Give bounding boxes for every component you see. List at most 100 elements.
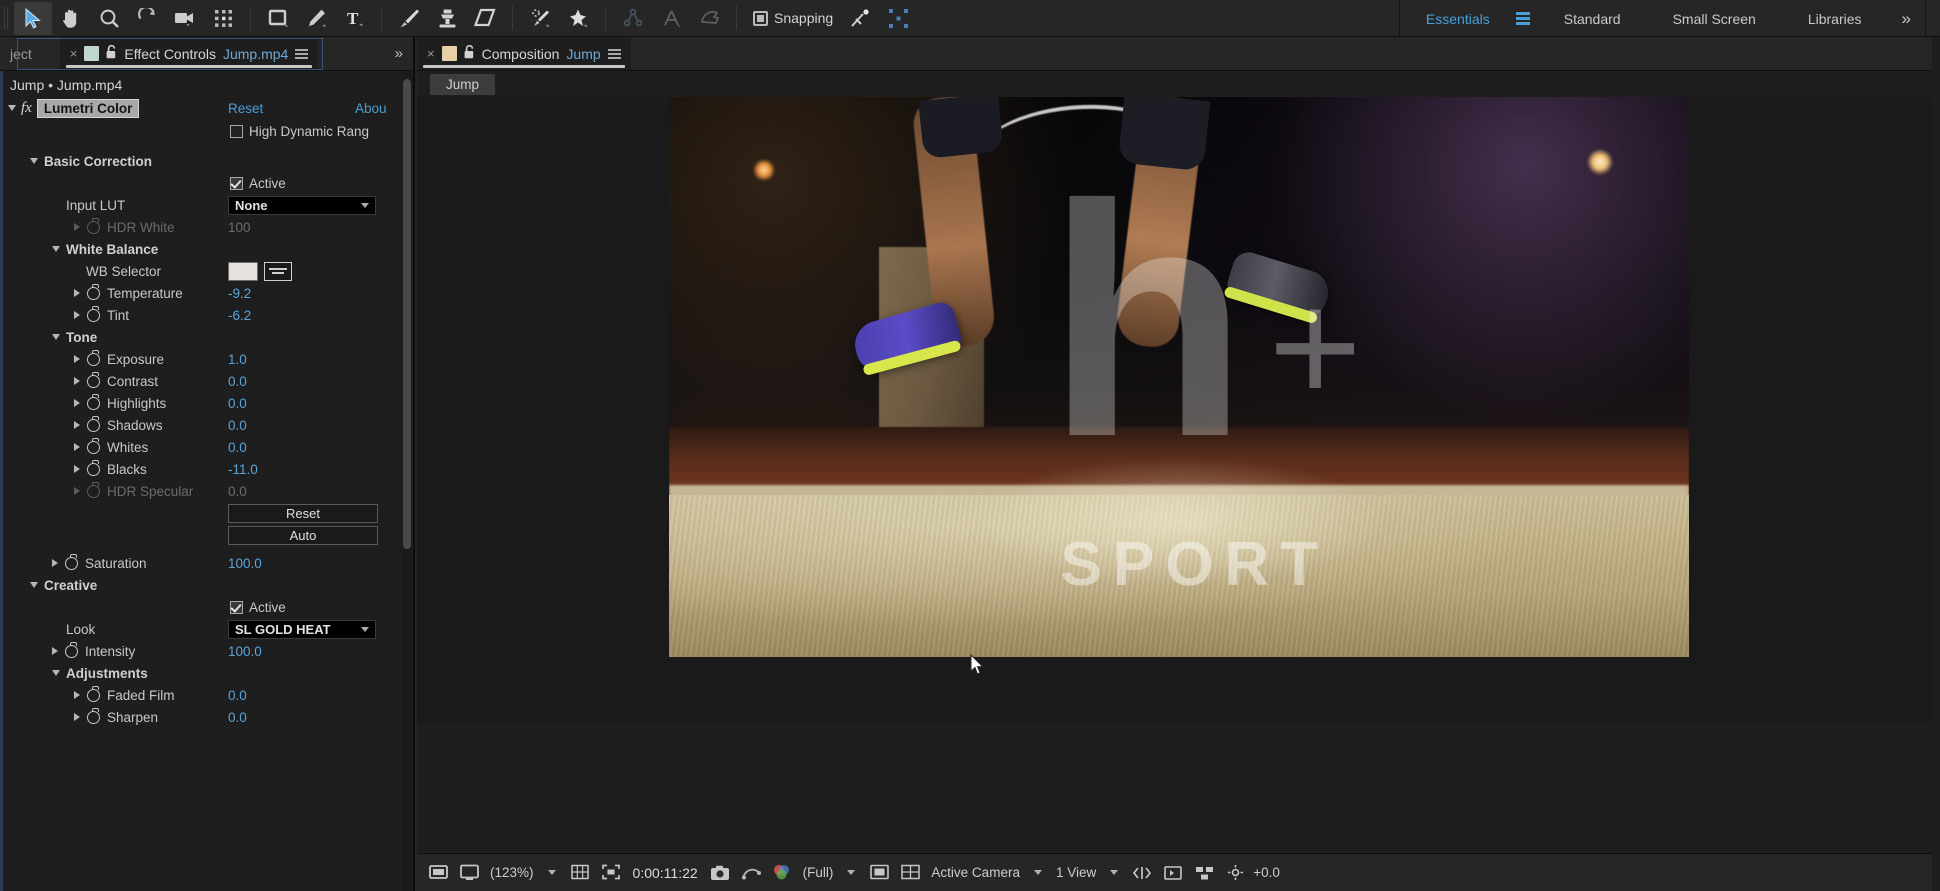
- rotation-tool[interactable]: [128, 2, 166, 35]
- tone-disclosure-icon[interactable]: [52, 334, 60, 340]
- eraser-tool[interactable]: [466, 2, 504, 35]
- type-tool[interactable]: T: [335, 2, 373, 35]
- tab-project[interactable]: ject: [0, 37, 42, 70]
- workspace-libraries[interactable]: Libraries: [1782, 0, 1888, 37]
- brush-tool[interactable]: [390, 2, 428, 35]
- white-balance-disclosure-icon[interactable]: [52, 246, 60, 252]
- effect-about-link[interactable]: Abou: [355, 101, 387, 116]
- exposure-disclosure-icon[interactable]: [74, 355, 80, 363]
- composition-lock-icon[interactable]: [464, 44, 475, 62]
- hdr-specular-disclosure-icon[interactable]: [74, 487, 80, 495]
- lock-icon[interactable]: [106, 44, 117, 62]
- hdr-checkbox[interactable]: [230, 124, 243, 138]
- active-camera-value[interactable]: Active Camera: [928, 865, 1023, 880]
- chevron-right-icon[interactable]: »: [395, 45, 403, 62]
- whites-disclosure-icon[interactable]: [74, 443, 80, 451]
- snap-anchor-icon[interactable]: [841, 2, 879, 35]
- hdr-white-value[interactable]: 100: [228, 220, 251, 235]
- row-wb-selector[interactable]: WB Selector: [0, 260, 413, 282]
- temperature-disclosure-icon[interactable]: [74, 289, 80, 297]
- intensity-disclosure-icon[interactable]: [52, 647, 58, 655]
- faded-film-stopwatch-icon[interactable]: [87, 685, 100, 702]
- zoom-dropdown-icon[interactable]: [547, 870, 556, 875]
- row-look[interactable]: Look SL GOLD HEAT: [0, 618, 413, 640]
- basic-auto-button[interactable]: Auto: [228, 525, 378, 545]
- zoom-tool[interactable]: [90, 2, 128, 35]
- camera-dropdown-icon[interactable]: [1033, 870, 1042, 875]
- basic-active-checkbox[interactable]: [230, 176, 243, 190]
- region-of-interest-icon[interactable]: [598, 860, 624, 886]
- shadows-stopwatch-icon[interactable]: [87, 415, 100, 432]
- comp-flowchart-icon[interactable]: [1191, 860, 1217, 886]
- workspace-essentials[interactable]: Essentials: [1400, 0, 1516, 37]
- hdr-specular-stopwatch-icon[interactable]: [87, 481, 100, 498]
- left-panel-overflow[interactable]: »: [385, 37, 413, 70]
- blacks-value[interactable]: -11.0: [228, 462, 258, 477]
- pixel-aspect-icon[interactable]: [1129, 860, 1155, 886]
- subsection-tone[interactable]: Tone: [0, 326, 413, 348]
- scrollbar-thumb[interactable]: [403, 79, 411, 549]
- workspace-small-screen[interactable]: Small Screen: [1647, 0, 1782, 37]
- view-count-value[interactable]: 1 View: [1053, 865, 1099, 880]
- creative-active-checkbox[interactable]: [230, 600, 243, 614]
- composition-canvas[interactable]: h + SPORT: [417, 97, 1940, 722]
- contrast-disclosure-icon[interactable]: [74, 377, 80, 385]
- row-blacks[interactable]: Blacks -11.0: [0, 458, 413, 480]
- exposure-stopwatch-icon[interactable]: [87, 349, 100, 366]
- intensity-stopwatch-icon[interactable]: [65, 641, 78, 658]
- saturation-disclosure-icon[interactable]: [52, 559, 58, 567]
- sharpen-stopwatch-icon[interactable]: [87, 707, 100, 724]
- camera-tool[interactable]: [166, 2, 204, 35]
- tab-effect-controls[interactable]: × Effect Controls Jump.mp4: [59, 37, 319, 70]
- composition-menu-icon[interactable]: [607, 48, 621, 59]
- blacks-disclosure-icon[interactable]: [74, 465, 80, 473]
- hdr-white-disclosure-icon[interactable]: [74, 223, 80, 231]
- whites-value[interactable]: 0.0: [228, 440, 247, 455]
- row-tint[interactable]: Tint -6.2: [0, 304, 413, 326]
- resolution-value[interactable]: (Full): [800, 865, 837, 880]
- composition-close-icon[interactable]: ×: [427, 46, 435, 61]
- input-lut-dropdown[interactable]: None: [228, 195, 376, 215]
- row-sharpen[interactable]: Sharpen 0.0: [0, 706, 413, 728]
- snapping-checkbox-icon[interactable]: [753, 10, 768, 26]
- effect-controls-scrollbar[interactable]: [402, 71, 412, 891]
- section-creative[interactable]: Creative: [0, 574, 413, 596]
- hdr-white-stopwatch-icon[interactable]: [87, 217, 100, 234]
- row-basic-active[interactable]: Active: [0, 172, 413, 194]
- highlights-disclosure-icon[interactable]: [74, 399, 80, 407]
- tint-disclosure-icon[interactable]: [74, 311, 80, 319]
- row-faded-film[interactable]: Faded Film 0.0: [0, 684, 413, 706]
- row-hdr-specular[interactable]: HDR Specular 0.0: [0, 480, 413, 502]
- breadcrumb-chip-jump[interactable]: Jump: [430, 73, 496, 95]
- close-icon[interactable]: ×: [70, 46, 78, 61]
- wb-color-swatch[interactable]: [228, 261, 258, 281]
- row-creative-active[interactable]: Active: [0, 596, 413, 618]
- resolution-dropdown-icon[interactable]: [847, 870, 856, 875]
- adjustments-disclosure-icon[interactable]: [52, 670, 60, 676]
- row-input-lut[interactable]: Input LUT None: [0, 194, 413, 216]
- subsection-white-balance[interactable]: White Balance: [0, 238, 413, 260]
- temperature-value[interactable]: -9.2: [228, 286, 251, 301]
- effect-header-lumetri[interactable]: fx Lumetri Color Reset Abou: [0, 96, 413, 120]
- zoom-level-value[interactable]: (123%): [487, 865, 537, 880]
- clone-stamp-tool[interactable]: [428, 2, 466, 35]
- tint-value[interactable]: -6.2: [228, 308, 251, 323]
- panel-menu-icon[interactable]: [295, 48, 309, 59]
- pen-tool[interactable]: [297, 2, 335, 35]
- transform-box-icon[interactable]: [879, 2, 917, 35]
- faded-film-value[interactable]: 0.0: [228, 688, 247, 703]
- puppet-pin-tool[interactable]: [559, 2, 597, 35]
- grid-guides-icon[interactable]: [567, 860, 593, 886]
- subsection-adjustments[interactable]: Adjustments: [0, 662, 413, 684]
- effect-name[interactable]: Lumetri Color: [36, 98, 140, 118]
- look-dropdown[interactable]: SL GOLD HEAT: [228, 619, 376, 639]
- faded-film-disclosure-icon[interactable]: [74, 691, 80, 699]
- saturation-value[interactable]: 100.0: [228, 556, 262, 571]
- blacks-stopwatch-icon[interactable]: [87, 459, 100, 476]
- current-timecode[interactable]: 0:00:11:22: [629, 865, 702, 881]
- row-hdr-white[interactable]: HDR White 100: [0, 216, 413, 238]
- eyedropper-icon[interactable]: [264, 261, 292, 281]
- exposure-value[interactable]: 1.0: [228, 352, 247, 367]
- creative-disclosure-icon[interactable]: [30, 582, 38, 588]
- composition-viewer[interactable]: h + SPORT: [668, 97, 1689, 657]
